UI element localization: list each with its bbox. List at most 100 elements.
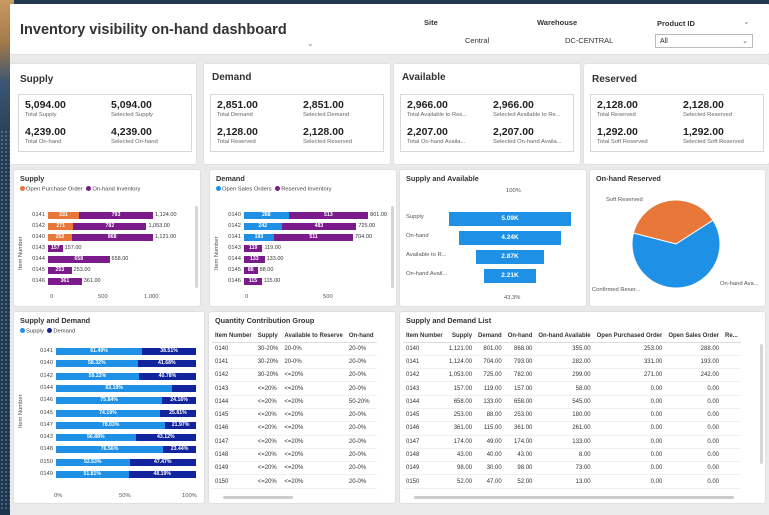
bar-segment[interactable]: 56.88%: [56, 434, 136, 442]
bar-segment[interactable]: 157: [48, 245, 63, 252]
bar-segment[interactable]: 21.97%: [165, 421, 196, 429]
bar-segment[interactable]: 25.81%: [159, 409, 196, 417]
column-header[interactable]: Open Sales Order: [665, 330, 722, 343]
column-header[interactable]: On-hand: [504, 330, 536, 343]
warehouse-filter-value[interactable]: DC-CENTRAL: [565, 36, 613, 45]
kpi-value: 2,128.00: [597, 99, 638, 111]
chevron-down-icon[interactable]: ⌄: [307, 39, 314, 48]
column-header[interactable]: On-hand: [345, 330, 377, 343]
bar-segment[interactable]: 41.68%: [137, 360, 196, 368]
funnel-bar[interactable]: 5.09K: [449, 212, 571, 226]
table-row[interactable]: 0141 1,124.00 704.00 793.00 282.00 331.00 193.…: [403, 355, 741, 370]
bar-segment[interactable]: 119: [244, 245, 263, 252]
bar-segment[interactable]: 47.47%: [129, 458, 196, 466]
vertical-scrollbar[interactable]: [195, 206, 198, 288]
column-header[interactable]: Available to Reserve: [281, 330, 346, 343]
funnel-bar[interactable]: 2.21K: [483, 269, 537, 283]
table-row[interactable]: 0147 174.00 49.00 174.00 133.00 0.00 0.00: [403, 435, 741, 449]
bar-segment[interactable]: 40.78%: [138, 372, 196, 380]
funnel-bar[interactable]: 4.24K: [459, 231, 561, 245]
kpi-label: Total Reserved: [217, 139, 256, 145]
table-row[interactable]: 0150 <=20% <=20% 20-0%: [212, 474, 377, 489]
bar-segment[interactable]: 83.19%: [56, 384, 173, 392]
column-header[interactable]: Demand: [475, 330, 505, 343]
table-row[interactable]: 0145 253.00 88.00 253.00 180.00 0.00 0.00: [403, 408, 741, 423]
bar-segment[interactable]: 361: [48, 278, 82, 285]
bar-segment[interactable]: 513: [288, 212, 369, 219]
table-row[interactable]: 0147 <=20% <=20% 20-0%: [212, 435, 377, 449]
bar-segment[interactable]: 253: [48, 234, 72, 241]
bar-segment[interactable]: 52.53%: [56, 458, 130, 466]
bar-segment[interactable]: 483: [281, 223, 357, 230]
table-row[interactable]: 0149 98.00 30.00 98.00 73.00 0.00 0.00: [403, 461, 741, 476]
row-label: 0140: [32, 234, 45, 240]
bar-segment[interactable]: 51.81%: [56, 471, 129, 478]
bar-segment[interactable]: 793: [78, 212, 154, 219]
table-row[interactable]: 0146 <=20% <=20% 20-0%: [212, 421, 377, 436]
table-row[interactable]: 0148 43.00 40.00 43.00 8.00 0.00 0.00: [403, 448, 741, 463]
x-tick: 500: [323, 294, 333, 300]
bar-segment[interactable]: 24.16%: [162, 397, 196, 405]
section-title: Reserved: [592, 74, 638, 85]
bar-segment[interactable]: 38.51%: [142, 348, 196, 355]
bar-segment[interactable]: 253: [48, 267, 72, 274]
bar-segment[interactable]: 133: [244, 256, 265, 263]
site-filter-value[interactable]: Central: [465, 36, 489, 45]
bar-segment[interactable]: 61.49%: [56, 348, 143, 355]
bar-segment[interactable]: 74.19%: [56, 409, 160, 417]
bar-segment[interactable]: 511: [273, 234, 354, 241]
vertical-scrollbar[interactable]: [391, 206, 394, 288]
table-row[interactable]: 0148 <=20% <=20% 20-0%: [212, 448, 377, 463]
bar-segment[interactable]: 88: [244, 267, 258, 274]
table-cell: <=20%: [254, 474, 282, 489]
bar-segment[interactable]: 58.32%: [56, 360, 138, 368]
kpi-label: Selected Soft Reserved: [683, 139, 744, 145]
bar-segment[interactable]: 23.44%: [163, 446, 196, 454]
column-header[interactable]: Re...: [722, 330, 741, 343]
column-header[interactable]: On-hand Available: [535, 330, 594, 343]
bar-segment[interactable]: 331: [48, 212, 79, 219]
table-cell: 0148: [212, 448, 255, 463]
table-row[interactable]: 0145 <=20% <=20% 20-0%: [212, 408, 377, 423]
bar-segment[interactable]: 75.84%: [56, 397, 163, 405]
bar-segment[interactable]: 782: [73, 223, 147, 230]
table-row[interactable]: 0144 658.00 133.00 658.00 545.00 0.00 0.00: [403, 395, 741, 409]
bar-segment[interactable]: 242: [244, 223, 282, 230]
horizontal-scrollbar[interactable]: [223, 496, 293, 499]
horizontal-scrollbar[interactable]: [414, 496, 734, 499]
product-id-dropdown[interactable]: All ⌄: [655, 34, 753, 48]
chevron-down-icon[interactable]: ⌄: [743, 17, 750, 26]
bar-segment[interactable]: 868: [71, 234, 153, 241]
bar-segment[interactable]: 48.19%: [128, 471, 196, 478]
column-header[interactable]: Supply: [254, 330, 282, 343]
funnel-bar[interactable]: 2.87K: [475, 250, 545, 264]
column-header[interactable]: Open Purchased Order: [593, 330, 666, 343]
table-row[interactable]: 0140 30-20% 20-0% 20-0%: [212, 342, 377, 356]
chart-legend: Open Purchase Order On-hand Inventory: [20, 186, 140, 193]
table-row[interactable]: 0144 <=20% <=20% 50-20%: [212, 395, 377, 409]
column-header[interactable]: Item Number: [212, 330, 255, 343]
table-row[interactable]: 0140 1,121.00 801.00 868.00 355.00 253.00 288.…: [403, 342, 741, 356]
bar-segment[interactable]: 271: [48, 223, 74, 230]
bar-segment[interactable]: [172, 384, 196, 392]
table-row[interactable]: 0149 <=20% <=20% 20-0%: [212, 461, 377, 476]
bar-segment[interactable]: 43.12%: [135, 434, 196, 442]
bar-segment[interactable]: 658: [48, 256, 110, 263]
vertical-scrollbar[interactable]: [760, 344, 763, 464]
column-header[interactable]: Item Number: [403, 330, 446, 343]
bar-segment[interactable]: 193: [244, 234, 274, 241]
table-row[interactable]: 0150 52.00 47.00 52.00 13.00 0.00 0.00: [403, 474, 741, 489]
column-header[interactable]: Supply: [445, 330, 476, 343]
table-row[interactable]: 0143 157.00 119.00 157.00 58.00 0.00 0.00: [403, 381, 741, 396]
table-row[interactable]: 0142 30-20% <=20% 20-0%: [212, 368, 377, 383]
bar-segment[interactable]: 59.22%: [56, 372, 139, 380]
table-row[interactable]: 0141 30-20% 20-0% 20-0%: [212, 355, 377, 370]
bar-segment[interactable]: 288: [244, 212, 289, 219]
table-row[interactable]: 0142 1,053.00 725.00 782.00 299.00 271.00 242.…: [403, 368, 741, 383]
table-row[interactable]: 0143 <=20% <=20% 20-0%: [212, 381, 377, 396]
table-row[interactable]: 0146 361.00 115.00 361.00 261.00 0.00 0.00: [403, 421, 741, 436]
available-kpi-section: Available 2,966.00 Total Available to Re…: [394, 64, 580, 164]
bar-segment[interactable]: 78.03%: [56, 421, 166, 429]
bar-segment[interactable]: 76.56%: [56, 446, 164, 454]
bar-segment[interactable]: 115: [244, 278, 262, 285]
